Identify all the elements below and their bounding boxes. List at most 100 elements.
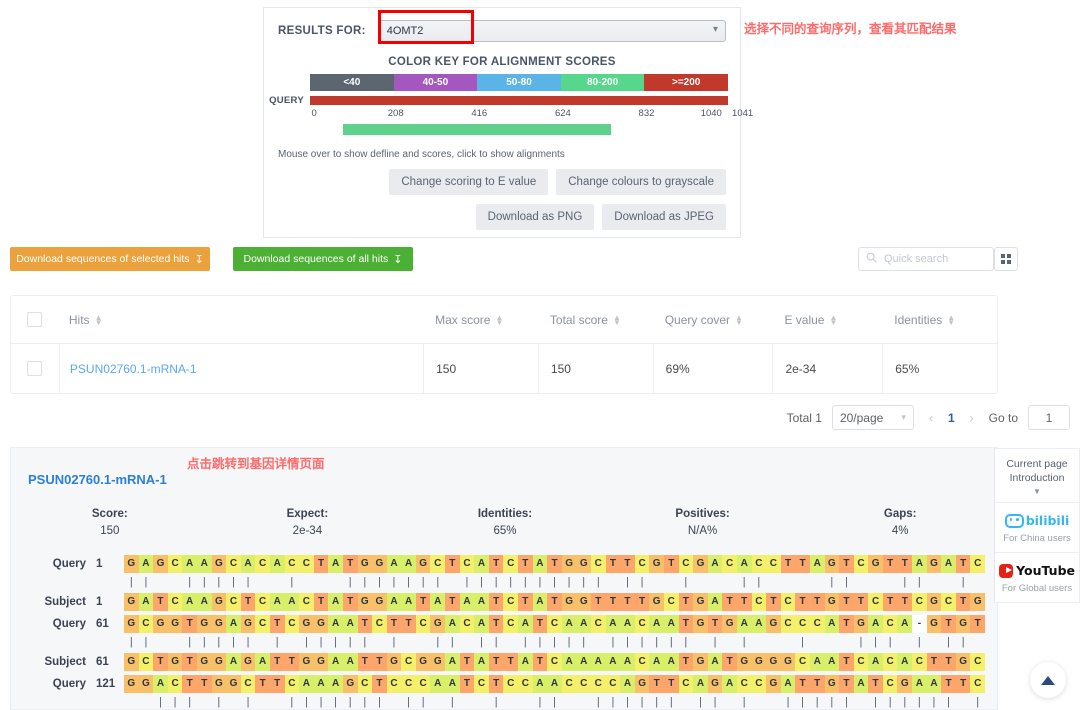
download-jpeg-button[interactable]: Download as JPEG	[602, 204, 726, 230]
nucleotide-cell: A	[809, 652, 825, 671]
nucleotide-cell: G	[211, 592, 227, 611]
download-all-hits-button[interactable]: Download sequences of all hits ↧	[233, 247, 413, 271]
sort-icon[interactable]: ▲ ▼	[947, 313, 955, 326]
match-marker: |	[553, 696, 556, 708]
match-marker	[168, 574, 183, 591]
select-all-checkbox[interactable]	[27, 312, 43, 327]
match-marker: |	[976, 696, 980, 708]
chevron-down-icon[interactable]: ▼	[999, 487, 1075, 496]
column-header-hits[interactable]: Hits ▲ ▼	[59, 296, 423, 344]
nucleotide-cell: T	[736, 592, 752, 611]
page-size-select[interactable]: 20/page ▾	[831, 405, 914, 430]
column-header-total-score[interactable]: Total score ▲ ▼	[538, 296, 653, 344]
nucleotide-cell: T	[255, 674, 270, 693]
match-marker	[956, 694, 971, 709]
sort-icon[interactable]: ▲ ▼	[495, 313, 503, 326]
sort-icon[interactable]: ▲ ▼	[95, 313, 103, 326]
column-label: E value	[784, 312, 825, 327]
mouseover-hint: Mouse over to show defline and scores, c…	[278, 149, 565, 160]
column-header-identities[interactable]: Identities ▲ ▼	[882, 296, 997, 344]
download-selected-hits-button[interactable]: Download sequences of selected hits ↧	[10, 247, 210, 271]
table-row[interactable]: PSUN02760.1-mRNA-1 150 150 69% 2e-34 65%	[11, 344, 997, 393]
hsp-bar[interactable]	[343, 124, 611, 135]
nucleotide-cell: T	[882, 592, 898, 611]
match-marker	[810, 574, 825, 591]
nucleotide-cell: G	[824, 554, 840, 573]
search-input[interactable]	[882, 252, 993, 266]
match-marker: |	[188, 696, 192, 708]
match-marker: |	[232, 636, 235, 648]
column-header-e-value[interactable]: E value ▲ ▼	[772, 296, 882, 344]
sort-icon[interactable]: ▲ ▼	[735, 313, 743, 326]
grid-view-button[interactable]	[994, 247, 1018, 271]
page-number-1[interactable]: 1	[948, 411, 955, 425]
side-widget-item-youtube[interactable]: YouTube For Global users	[995, 553, 1079, 602]
nucleotide-cell: A	[809, 554, 825, 573]
subject-sequence: GATCAAGCTCAACTATGGAATATAATCTATGGTTTTGCTG…	[124, 592, 986, 611]
match-marker	[854, 694, 869, 709]
nucleotide-cell: G	[430, 614, 446, 633]
goto-page-input[interactable]	[1028, 405, 1070, 430]
nucleotide-cell: C	[299, 554, 314, 573]
nucleotide-cell: C	[167, 592, 183, 611]
cell-query-cover: 69%	[652, 344, 773, 393]
nucleotide-cell: T	[839, 674, 854, 693]
match-marker: |	[874, 696, 877, 708]
nucleotide-cell: G	[824, 674, 840, 693]
match-marker: |	[450, 636, 454, 648]
match-marker: |	[669, 636, 673, 648]
nucleotide-cell: A	[445, 674, 460, 693]
row-checkbox[interactable]	[27, 361, 43, 376]
nucleotide-cell: C	[401, 674, 416, 693]
hit-link[interactable]: PSUN02760.1-mRNA-1	[70, 362, 197, 376]
side-widget-item-bilibili[interactable]: bilibili For China users	[995, 503, 1079, 552]
nucleotide-cell: C	[591, 674, 606, 693]
match-marker: |	[699, 696, 702, 708]
nucleotide-cell: A	[328, 592, 343, 611]
alignment-hit-title[interactable]: PSUN02760.1-mRNA-1	[28, 472, 167, 487]
sort-icon[interactable]: ▲ ▼	[829, 313, 837, 326]
prev-page-button[interactable]: ‹	[924, 411, 938, 425]
column-label: Query cover	[664, 312, 731, 327]
nucleotide-cell: A	[459, 592, 475, 611]
download-png-button[interactable]: Download as PNG	[475, 204, 595, 230]
match-marker: |	[582, 636, 586, 648]
nucleotide-cell: C	[167, 674, 183, 693]
match-marker: |	[655, 696, 659, 708]
nucleotide-cell: C	[970, 554, 986, 573]
column-header-query-cover[interactable]: Query cover ▲ ▼	[653, 296, 773, 344]
nucleotide-cell: T	[941, 652, 956, 671]
nucleotide-cell: T	[663, 554, 679, 573]
nucleotide-cell: G	[824, 592, 840, 611]
nucleotide-cell: A	[518, 652, 533, 671]
quick-search-wrap[interactable]	[858, 247, 994, 271]
grid-icon	[1001, 254, 1011, 264]
match-marker: |	[188, 636, 192, 648]
nucleotide-cell: A	[240, 554, 256, 573]
match-marker	[430, 694, 445, 709]
match-marker: |	[407, 576, 410, 588]
nucleotide-cell: C	[634, 554, 650, 573]
query-select[interactable]: 4OMT2	[377, 20, 726, 42]
nucleotide-cell: A	[445, 614, 460, 633]
nucleotide-cell: G	[415, 554, 431, 573]
change-scoring-button[interactable]: Change scoring to E value	[389, 169, 549, 195]
match-marker: |	[553, 636, 556, 648]
sort-icon[interactable]: ▲ ▼	[613, 313, 621, 326]
color-key-segment: 80-200	[560, 74, 645, 91]
column-header-max-score[interactable]: Max score ▲ ▼	[423, 296, 538, 344]
nucleotide-cell: C	[722, 554, 737, 573]
match-marker: |	[903, 696, 907, 708]
nucleotide-cell: C	[605, 674, 621, 693]
nucleotide-cell: G	[124, 614, 139, 633]
side-widget-header[interactable]: Current page Introduction ▼	[995, 449, 1079, 502]
nucleotide-cell: T	[488, 592, 504, 611]
nucleotide-cell: A	[868, 614, 883, 633]
next-page-button[interactable]: ›	[965, 411, 979, 425]
nucleotide-cell: G	[693, 592, 708, 611]
back-to-top-button[interactable]	[1030, 662, 1066, 698]
change-colours-button[interactable]: Change colours to grayscale	[556, 169, 726, 195]
match-marker: |	[348, 696, 352, 708]
subject-sequence: GCTGTGGAGATTGGAATTGCGGATATTATCAAAAACAATG…	[124, 652, 986, 671]
nucleotide-cell: A	[576, 614, 591, 633]
